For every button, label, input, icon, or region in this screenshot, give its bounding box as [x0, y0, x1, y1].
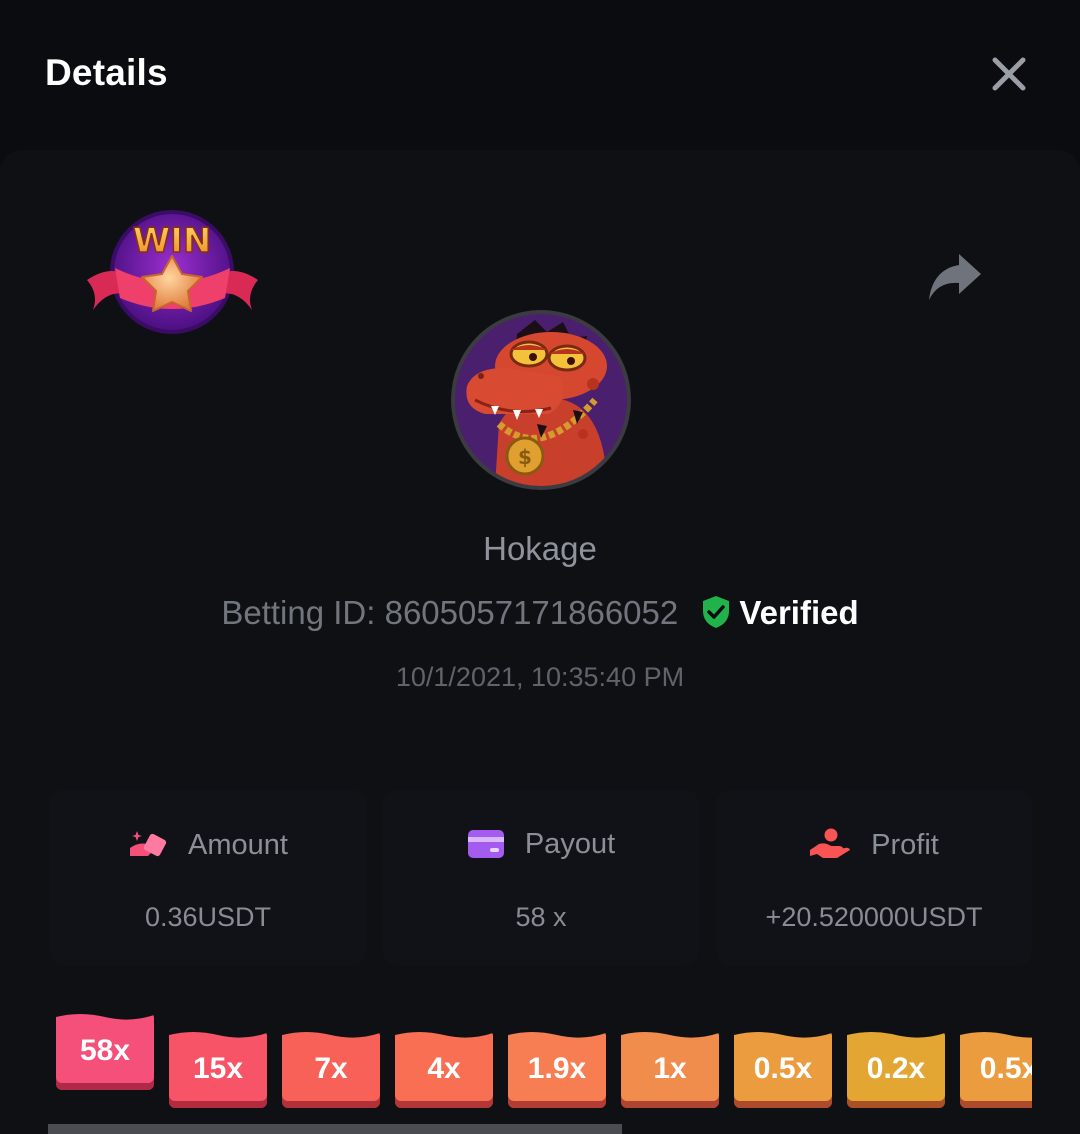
multiplier-slot[interactable]: 4x: [395, 1029, 493, 1108]
bet-timestamp: 10/1/2021, 10:35:40 PM: [395, 662, 685, 692]
multiplier-slot[interactable]: 1x: [621, 1029, 719, 1108]
peg-notch-shape: [734, 1029, 832, 1038]
multiplier-slot[interactable]: 1.9x: [508, 1029, 606, 1108]
betting-id-value: 8605057171866052: [384, 594, 679, 631]
multiplier-label: 1.9x: [527, 1052, 587, 1085]
stat-profit-value: +20.520000USDT: [765, 902, 983, 932]
betting-id-row: Betting ID: 8605057171866052 Verified: [0, 594, 1080, 637]
peg-notch-shape: [621, 1029, 719, 1038]
multiplier-label: 7x: [314, 1052, 348, 1085]
stat-profit: Profit +20.520000USDT: [716, 790, 1032, 965]
avatar: $: [451, 310, 631, 490]
peg-notch-shape: [56, 1011, 154, 1020]
stat-amount: Amount 0.36USDT: [50, 790, 366, 965]
peg-notch-shape: [395, 1029, 493, 1038]
multiplier-label: 0.5x: [979, 1052, 1032, 1085]
stat-amount-value: 0.36USDT: [144, 902, 272, 932]
stat-profit-label: Profit: [871, 829, 939, 861]
betting-id-label: Betting ID:: [221, 594, 376, 631]
profit-hand-icon: [810, 828, 851, 858]
verified-shield-icon: [701, 595, 731, 637]
share-icon[interactable]: [926, 250, 984, 302]
multiplier-slot[interactable]: 7x: [282, 1029, 380, 1108]
multiplier-label: 0.5x: [753, 1052, 813, 1085]
peg-notch-shape: [960, 1029, 1032, 1038]
multiplier-label: 58x: [79, 1034, 131, 1067]
multiplier-strip: 58x 15x 7x 4x 1.9x 1x 0.5x 0.2x 0.5x: [56, 1010, 1032, 1110]
card-icon: [467, 830, 504, 858]
multiplier-slot[interactable]: 0.5x: [960, 1029, 1032, 1108]
peg-notch-shape: [282, 1029, 380, 1038]
multiplier-label: 4x: [427, 1052, 461, 1085]
peg-notch-shape: [508, 1029, 606, 1038]
stat-payout-value: 58 x: [515, 902, 567, 932]
verified-label: Verified: [739, 594, 859, 631]
close-icon[interactable]: [985, 50, 1033, 98]
stat-amount-label: Amount: [188, 829, 288, 861]
multiplier-slot[interactable]: 0.2x: [847, 1029, 945, 1108]
multiplier-slot[interactable]: 58x: [56, 1011, 154, 1090]
svg-text:$: $: [518, 445, 532, 469]
stats-row: Amount 0.36USDT Payout 58 x Profit +20.5…: [50, 790, 1032, 965]
multiplier-label: 0.2x: [866, 1052, 926, 1085]
peg-notch-shape: [169, 1029, 267, 1038]
page-title: Details: [45, 52, 168, 93]
win-badge-text: WIN: [133, 221, 212, 261]
username: Hokage: [483, 530, 597, 567]
stat-payout-label: Payout: [524, 828, 616, 860]
stat-payout: Payout 58 x: [383, 790, 699, 965]
horizontal-scrollbar[interactable]: [48, 1124, 622, 1134]
multiplier-slot[interactable]: 0.5x: [734, 1029, 832, 1108]
amount-icon: [130, 831, 167, 857]
header: Details: [0, 0, 1080, 150]
multiplier-label: 1x: [653, 1052, 687, 1085]
multiplier-label: 15x: [192, 1052, 244, 1085]
multiplier-slot[interactable]: 15x: [169, 1029, 267, 1108]
win-badge-icon: WIN: [85, 210, 260, 340]
peg-notch-shape: [847, 1029, 945, 1038]
dinosaur-avatar-icon: $: [455, 314, 627, 486]
